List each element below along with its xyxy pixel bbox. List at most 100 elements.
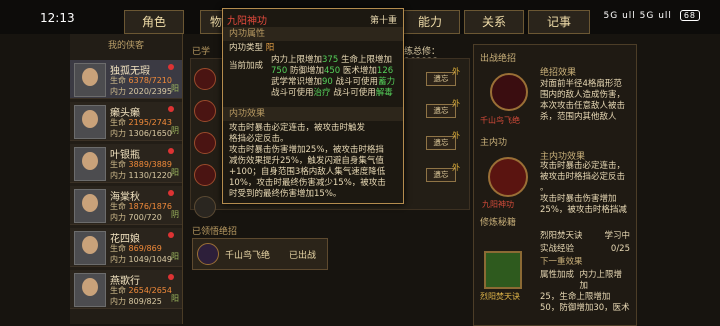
main-inner-header: 主内功 [480,138,508,148]
mp-row: 内力 700/720 [110,212,162,223]
effect-line: 攻击时暴击必定连击，被攻击时触发 [229,123,366,133]
notification-dot-icon [168,274,174,280]
hp-row: 生命 2654/2654 [110,285,172,296]
skill-icon[interactable] [194,100,216,122]
battery-icon: 68 [679,10,700,21]
manual-title: 烈阳焚天诀 [540,231,583,241]
mp-value: 1130/1220 [128,171,172,180]
hp-value: 1876/1876 [128,202,172,211]
bonus-value: 蓄力 [378,77,396,87]
bonus-text: 战斗可使用 [333,88,376,98]
character-card[interactable]: 花四娘 生命 869/869 内力 1049/1049 阳 [70,228,182,267]
skill-icon[interactable] [194,68,216,90]
bonus-value: 治疗 [313,88,331,98]
effect-line: 本次攻击任意敌人被击 [540,101,626,111]
manual-book-icon[interactable] [484,251,522,289]
skill-tooltip: 九阳神功 第十重 内功属性 内功类型 阳 当前加成 内力上限增加375 生命上限… [222,8,404,204]
learned-skill-item[interactable]: 千山鸟飞绝 已出战 [192,238,328,270]
tooltip-level: 第十重 [369,16,397,26]
effect-line: 攻击时暴击必定连击， [540,161,626,171]
mp-label: 内力 [110,255,126,264]
tab-ability[interactable]: 能力 [400,10,460,34]
mp-label: 内力 [110,129,126,138]
hp-value: 6378/7210 [128,76,172,85]
mp-label: 内力 [110,87,126,96]
notification-dot-icon [168,190,174,196]
effect-line: 25%，被攻击时格挡减 [540,205,627,215]
affix-badge: 阳 [171,84,179,93]
active-skill-emblem-icon[interactable] [490,73,528,111]
tooltip-section-effects: 内功效果 [223,107,403,121]
battle-info-panel: 出战绝招 千山鸟飞绝 绝招效果 对面前半径4格扇形范 围内的敌人造成伤害， 本次… [473,44,637,326]
bonus-value: 126 [376,66,394,76]
character-card[interactable]: 海棠秋 生命 1876/1876 内力 700/720 阴 [70,186,182,225]
character-card[interactable]: 叶银瓶 生命 3889/3889 内力 1130/1220 阳 [70,144,182,183]
mp-row: 内力 1306/1650 [110,128,172,139]
type-value: 阳 [265,43,275,53]
character-list-title: 我的侠客 [107,41,144,51]
hp-label: 生命 [110,160,126,169]
avatar [74,231,106,265]
skill-type-tag: 外 [452,163,460,172]
mp-label: 内力 [110,297,126,306]
hp-value: 2654/2654 [128,286,172,295]
notification-dot-icon [168,106,174,112]
bonus-value: 90 [322,77,333,87]
learned-skills-header: 已领悟绝招 [192,227,238,237]
tab-journal[interactable]: 记事 [528,10,590,34]
effect-line: 格挡必定反击。 [229,134,289,144]
exp-label: 实战经验 [540,244,575,254]
attr-label: 属性加成 [540,270,575,280]
system-status: 5G ull 5G ull 68 [604,10,700,21]
bonus-value: 375 [322,55,339,65]
hp-label: 生命 [110,244,126,253]
bonus-text: 防御增加 [289,66,324,76]
skill-type-tag: 外 [452,131,460,140]
bonus-text: 医术增加 [342,66,377,76]
mp-row: 内力 809/825 [110,296,162,307]
bonus-text: 武学常识增加 [271,77,323,87]
hp-value: 3889/3889 [128,160,172,169]
inner-skill-emblem-icon[interactable] [488,157,528,197]
clock: 12:13 [40,11,75,25]
mp-value: 700/720 [128,213,162,222]
bonus-value: 450 [323,66,341,76]
training-status: 学习中 [604,231,630,241]
hp-row: 生命 3889/3889 [110,159,172,170]
character-card[interactable]: 癞头癞 生命 2195/2743 内力 1306/1650 阴 [70,102,182,141]
current-bonus-label: 当前加成 [229,61,264,71]
exp-label: 练总修： [404,47,441,57]
affix-badge: 阴 [171,126,179,135]
next-effect-line: 50，防御增加30，医术 [540,303,630,313]
mp-row: 内力 2020/2395 [110,86,172,97]
tooltip-effects: 攻击时暴击必定连击，被攻击时触发 格挡必定反击。 攻击时暴击伤害增加25%，被攻… [229,123,399,200]
hp-row: 生命 869/869 [110,243,162,254]
mp-row: 内力 1049/1049 [110,254,172,265]
hp-row: 生命 2195/2743 [110,117,172,128]
affix-badge: 阳 [171,252,179,261]
notification-dot-icon [168,148,174,154]
bonus-value: 750 [271,66,288,76]
hp-value: 2195/2743 [128,118,172,127]
next-effect-line: 25，生命上限增加 [540,292,611,302]
tooltip-section-attrs: 内功属性 [223,27,403,41]
hp-value: 869/869 [128,244,162,253]
mp-label: 内力 [110,171,126,180]
empty-skill-slot[interactable] [194,196,216,218]
character-card[interactable]: 燕歌行 生命 2654/2654 内力 809/825 阳 [70,270,182,309]
affix-badge: 阳 [171,168,179,177]
skill-emblem-icon [197,243,219,265]
avatar [74,147,106,181]
tooltip-title: 九阳神功 [227,16,267,27]
tab-character[interactable]: 角色 [124,10,184,34]
training-header: 修炼秘籍 [480,218,517,228]
skill-icon[interactable] [194,164,216,186]
effect-line: 对面前半径4格扇形范 [540,79,622,89]
character-card[interactable]: 独孤无瑕 生命 6378/7210 内力 2020/2395 阳 [70,60,182,99]
mp-value: 2020/2395 [128,87,172,96]
bonus-text: 内力上限增加 [271,55,323,65]
signal-icon: 5G ull 5G ull [603,11,672,21]
avatar [74,63,106,97]
skill-icon[interactable] [194,132,216,154]
tab-relations[interactable]: 关系 [464,10,524,34]
